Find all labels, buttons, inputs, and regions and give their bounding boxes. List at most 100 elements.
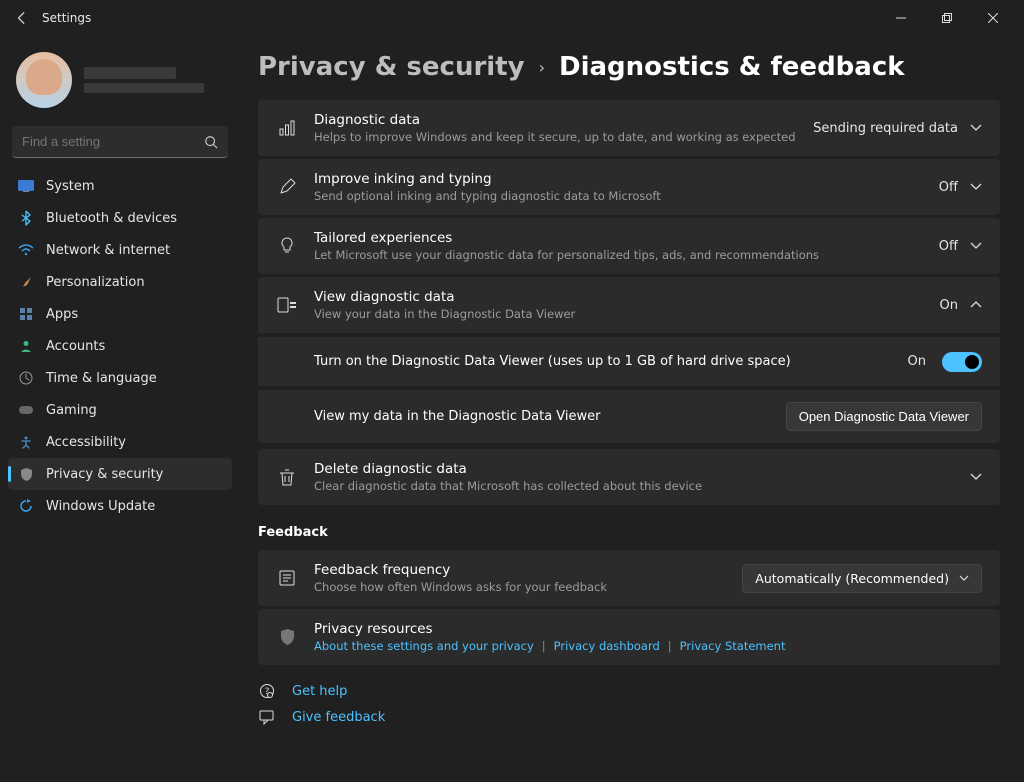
link-about-settings-privacy[interactable]: About these settings and your privacy: [314, 639, 534, 653]
nav-label: Privacy & security: [46, 467, 163, 482]
wifi-icon: [18, 242, 34, 258]
nav-item-privacy-security[interactable]: Privacy & security: [8, 458, 232, 490]
card-title: Privacy resources: [314, 621, 982, 637]
gamepad-icon: [18, 402, 34, 418]
nav-item-network[interactable]: Network & internet: [8, 234, 232, 266]
card-subtitle: View your data in the Diagnostic Data Vi…: [314, 307, 924, 321]
window-title: Settings: [42, 11, 91, 25]
shield-icon: [276, 626, 298, 648]
breadcrumb-parent[interactable]: Privacy & security: [258, 52, 525, 82]
chevron-down-icon: [970, 473, 982, 481]
nav-item-accessibility[interactable]: Accessibility: [8, 426, 232, 458]
card-title: Diagnostic data: [314, 112, 797, 128]
toggle-data-viewer[interactable]: [942, 352, 982, 372]
card-subtitle: Choose how often Windows asks for your f…: [314, 580, 726, 594]
feedback-frequency-select[interactable]: Automatically (Recommended): [742, 564, 982, 593]
back-button[interactable]: [8, 4, 36, 32]
nav-item-time-language[interactable]: Time & language: [8, 362, 232, 394]
nav-item-accounts[interactable]: Accounts: [8, 330, 232, 362]
svg-text:?: ?: [265, 687, 270, 697]
card-title: Delete diagnostic data: [314, 461, 954, 477]
profile-name-redacted: [84, 67, 176, 79]
nav-label: System: [46, 179, 94, 194]
nav-list: System Bluetooth & devices Network & int…: [8, 170, 232, 522]
toggle-state-label: On: [908, 354, 926, 369]
nav-item-bluetooth[interactable]: Bluetooth & devices: [8, 202, 232, 234]
card-improve-inking[interactable]: Improve inking and typing Send optional …: [258, 159, 1000, 215]
update-icon: [18, 498, 34, 514]
link-privacy-statement[interactable]: Privacy Statement: [680, 639, 786, 653]
card-tailored-experiences[interactable]: Tailored experiences Let Microsoft use y…: [258, 218, 1000, 274]
nav-label: Bluetooth & devices: [46, 211, 177, 226]
brush-icon: [18, 274, 34, 290]
card-status: Off: [939, 239, 958, 254]
nav-item-windows-update[interactable]: Windows Update: [8, 490, 232, 522]
profile-email-redacted: [84, 83, 204, 93]
link-get-help[interactable]: ? Get help: [258, 683, 1000, 699]
card-title: Feedback frequency: [314, 562, 726, 578]
chevron-right-icon: ›: [539, 58, 545, 77]
trash-icon: [276, 466, 298, 488]
search-box[interactable]: [12, 126, 228, 158]
chevron-down-icon: [970, 242, 982, 250]
card-subtitle: Let Microsoft use your diagnostic data f…: [314, 248, 923, 262]
card-delete-diagnostic-data[interactable]: Delete diagnostic data Clear diagnostic …: [258, 449, 1000, 505]
footer-link-label: Get help: [292, 684, 347, 699]
chevron-down-icon: [959, 575, 969, 582]
section-heading-feedback: Feedback: [258, 525, 1000, 540]
card-subtitle: Clear diagnostic data that Microsoft has…: [314, 479, 954, 493]
nav-item-system[interactable]: System: [8, 170, 232, 202]
card-subtitle: Send optional inking and typing diagnost…: [314, 189, 923, 203]
form-icon: [276, 567, 298, 589]
footer-link-label: Give feedback: [292, 710, 385, 725]
chevron-up-icon: [970, 301, 982, 309]
titlebar: Settings: [0, 0, 1024, 36]
sidebar: System Bluetooth & devices Network & int…: [0, 36, 240, 782]
nav-label: Time & language: [46, 371, 157, 386]
clock-globe-icon: [18, 370, 34, 386]
subrow-open-viewer: View my data in the Diagnostic Data View…: [258, 389, 1000, 443]
card-feedback-frequency: Feedback frequency Choose how often Wind…: [258, 550, 1000, 606]
subrow-text: Turn on the Diagnostic Data Viewer (uses…: [314, 354, 892, 369]
pen-icon: [276, 176, 298, 198]
search-icon: [204, 135, 218, 149]
card-view-diagnostic-data[interactable]: View diagnostic data View your data in t…: [258, 277, 1000, 333]
bluetooth-icon: [18, 210, 34, 226]
close-button[interactable]: [970, 2, 1016, 34]
shield-icon: [18, 466, 34, 482]
card-title: Tailored experiences: [314, 230, 923, 246]
card-title: View diagnostic data: [314, 289, 924, 305]
nav-item-gaming[interactable]: Gaming: [8, 394, 232, 426]
select-value: Automatically (Recommended): [755, 571, 949, 586]
nav-label: Personalization: [46, 275, 145, 290]
card-diagnostic-data[interactable]: Diagnostic data Helps to improve Windows…: [258, 100, 1000, 156]
link-privacy-dashboard[interactable]: Privacy dashboard: [554, 639, 660, 653]
nav-label: Network & internet: [46, 243, 170, 258]
data-viewer-icon: [276, 294, 298, 316]
nav-label: Apps: [46, 307, 78, 322]
page-title: Diagnostics & feedback: [559, 52, 905, 82]
apps-icon: [18, 306, 34, 322]
card-privacy-resources: Privacy resources About these settings a…: [258, 609, 1000, 665]
nav-item-personalization[interactable]: Personalization: [8, 266, 232, 298]
person-icon: [18, 338, 34, 354]
profile-block[interactable]: [8, 44, 232, 122]
feedback-icon: [258, 709, 276, 725]
search-input[interactable]: [22, 134, 204, 149]
nav-label: Accounts: [46, 339, 105, 354]
help-icon: ?: [258, 683, 276, 699]
card-status: Sending required data: [813, 121, 958, 136]
chevron-down-icon: [970, 183, 982, 191]
card-status: On: [940, 298, 958, 313]
minimize-button[interactable]: [878, 2, 924, 34]
chevron-down-icon: [970, 124, 982, 132]
nav-label: Windows Update: [46, 499, 155, 514]
nav-item-apps[interactable]: Apps: [8, 298, 232, 330]
link-give-feedback[interactable]: Give feedback: [258, 709, 1000, 725]
open-diagnostic-viewer-button[interactable]: Open Diagnostic Data Viewer: [786, 402, 982, 431]
nav-label: Accessibility: [46, 435, 126, 450]
maximize-button[interactable]: [924, 2, 970, 34]
card-subtitle: Helps to improve Windows and keep it sec…: [314, 130, 797, 144]
nav-label: Gaming: [46, 403, 97, 418]
accessibility-icon: [18, 434, 34, 450]
